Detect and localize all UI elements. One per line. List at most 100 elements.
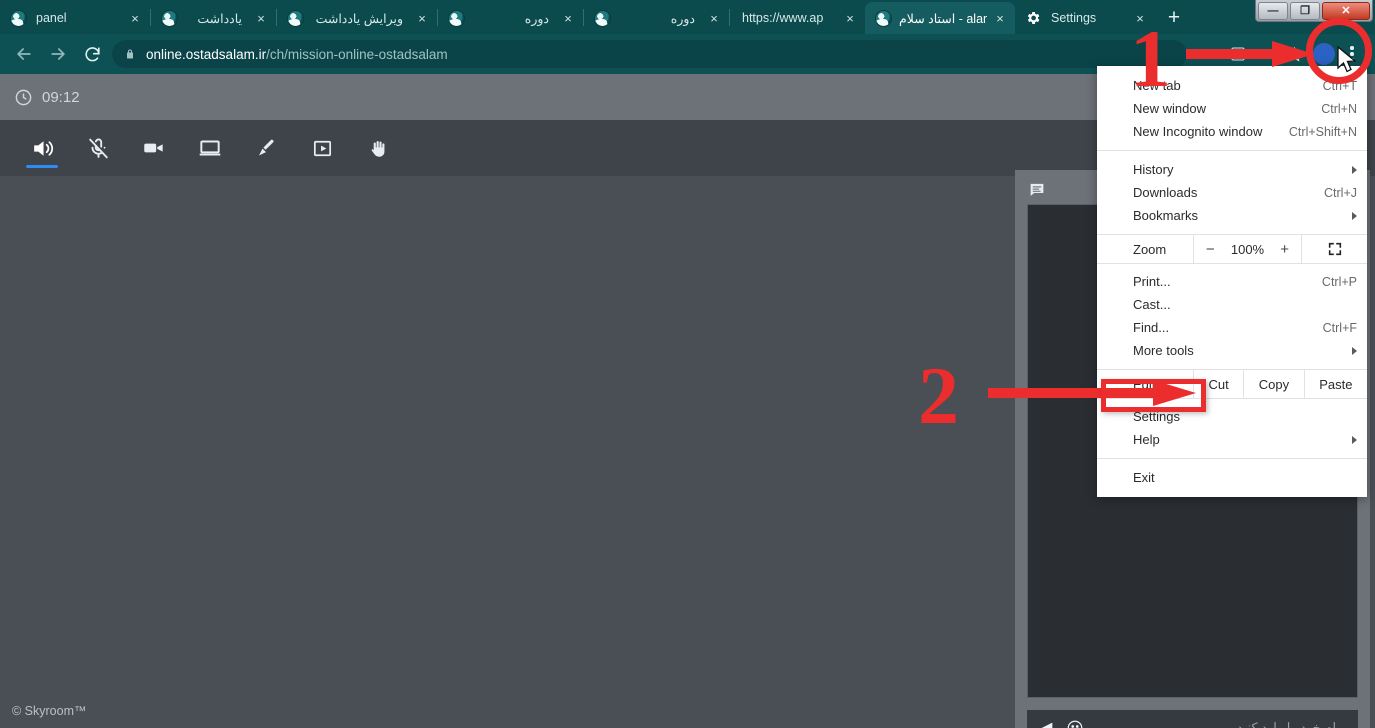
menu-item-shortcut: Ctrl+P [1321,274,1357,289]
chat-input-placeholder[interactable]: پیام خود را وارد کنید [1084,720,1348,728]
profile-avatar[interactable] [1313,43,1335,65]
tab-close-icon[interactable]: × [413,9,431,27]
menu-item-label: Exit [1133,470,1155,485]
speaker-icon[interactable] [14,120,70,176]
browser-tab-strip: panel × یادداشت × ویرایش یادداشت × دوره … [0,0,1375,34]
tab-title: https://www.ap [742,11,824,25]
tab-close-icon[interactable]: × [252,9,270,27]
menu-item-new-window[interactable]: New window Ctrl+N [1097,97,1367,120]
tab-close-icon[interactable]: × [559,9,577,27]
chat-input-row[interactable]: پیام خود را وارد کنید [1027,710,1358,728]
hand-glyph [371,140,384,157]
browser-tab-edit-note[interactable]: ویرایش یادداشت × [277,2,437,34]
forward-button[interactable] [44,40,72,68]
hand-icon[interactable] [350,120,406,176]
menu-item-history[interactable]: History [1097,158,1367,181]
tab-close-icon[interactable]: × [705,9,723,27]
menu-separator [1097,150,1367,151]
zoom-controls: − 100% + [1193,235,1301,263]
three-dot-menu-icon[interactable] [1339,41,1365,67]
new-tab-button[interactable]: + [1159,4,1189,32]
screen-share-icon[interactable] [182,120,238,176]
tab-title: دوره [524,11,549,26]
menu-item-new-tab[interactable]: New tab Ctrl+T [1097,74,1367,97]
menu-item-new-incognito-window[interactable]: New Incognito window Ctrl+Shift+N [1097,120,1367,143]
menu-item-cast[interactable]: Cast... [1097,293,1367,316]
play-box-glyph [313,140,331,156]
menu-gap [1097,362,1367,369]
mic-muted-glyph [88,138,108,158]
reload-button[interactable] [78,40,106,68]
menu-item-settings[interactable]: Settings [1097,405,1367,428]
menu-gap [1097,227,1367,234]
menu-item-more-tools[interactable]: More tools [1097,339,1367,362]
edit-paste-button[interactable]: Paste [1303,370,1367,398]
menu-item-label: New Incognito window [1133,124,1263,139]
cast-icon[interactable] [1253,41,1279,67]
menu-item-label: Cast... [1133,297,1171,312]
edit-copy-button[interactable]: Copy [1243,370,1303,398]
browser-tab-panel[interactable]: panel × [0,2,150,34]
emoji-icon[interactable] [1066,719,1084,728]
tab-title: دوره [670,11,695,26]
menu-item-help[interactable]: Help [1097,428,1367,451]
play-box-icon[interactable] [294,120,350,176]
tab-close-icon[interactable]: × [991,9,1009,27]
browser-tab-course-1[interactable]: دوره × [438,2,583,34]
brush-icon[interactable] [238,120,294,176]
menu-item-label: New window [1133,101,1206,116]
chat-bubble-icon [1030,183,1044,196]
browser-tab-course-2[interactable]: دوره × [584,2,729,34]
key-glyph [1203,50,1217,58]
menu-item-find[interactable]: Find... Ctrl+F [1097,316,1367,339]
window-close-button[interactable]: ✕ [1322,1,1370,20]
menu-item-label: Downloads [1133,185,1198,200]
translate-icon[interactable] [1225,41,1251,67]
bookmark-star-icon[interactable] [1281,41,1307,67]
mic-muted-icon[interactable] [70,120,126,176]
clock-time: 09:12 [42,88,80,106]
lock-icon [127,49,133,59]
menu-item-label: Print... [1133,274,1171,289]
menu-item-downloads[interactable]: Downloads Ctrl+J [1097,181,1367,204]
browser-tab-apps[interactable]: https://www.ap × [730,2,865,34]
browser-tab-ostadsalam[interactable]: استاد سلام - alam × [865,2,1015,34]
zoom-out-button[interactable]: − [1198,241,1222,258]
tab-favicon-icon [161,9,178,27]
url-path: /ch/mission-online-ostadsalam [266,46,448,62]
menu-item-shortcut: Ctrl+T [1322,78,1357,93]
zoom-in-button[interactable]: + [1273,241,1297,258]
screenshot-root: panel × یادداشت × ویرایش یادداشت × دوره … [0,0,1375,728]
address-bar[interactable]: online.ostadsalam.ir/ch/mission-online-o… [112,40,1187,68]
window-minimize-button[interactable]: — [1258,1,1288,20]
menu-item-exit[interactable]: Exit [1097,466,1367,489]
tab-close-icon[interactable]: × [841,9,859,27]
tab-favicon-icon [594,9,611,27]
menu-item-print[interactable]: Print... Ctrl+P [1097,270,1367,293]
menu-edit-row: Edit Cut Copy Paste [1097,369,1367,399]
browser-tab-settings[interactable]: Settings × [1015,2,1155,34]
chevron-right-icon [1352,211,1357,220]
camera-glyph [144,143,163,153]
window-controls: — ❐ ✕ [1255,0,1373,22]
window-restore-button[interactable]: ❐ [1290,1,1320,20]
tab-favicon-icon [875,9,892,27]
fullscreen-icon [1328,242,1341,256]
menu-item-bookmarks[interactable]: Bookmarks [1097,204,1367,227]
menu-item-label: History [1133,162,1174,177]
cast-glyph [1259,48,1273,59]
edit-cut-button[interactable]: Cut [1193,370,1243,398]
send-icon[interactable] [1037,720,1057,728]
back-arrow-icon [17,48,31,60]
browser-tab-note[interactable]: یادداشت × [151,2,276,34]
menu-separator [1097,458,1367,459]
fullscreen-button[interactable] [1301,235,1367,263]
back-button[interactable] [10,40,38,68]
key-icon[interactable] [1197,41,1223,67]
session-clock: 09:12 [14,88,80,107]
tab-favicon-icon [287,9,304,27]
menu-item-label: Help [1133,432,1160,447]
camera-icon[interactable] [126,120,182,176]
tab-close-icon[interactable]: × [126,9,144,27]
tab-close-icon[interactable]: × [1131,9,1149,27]
